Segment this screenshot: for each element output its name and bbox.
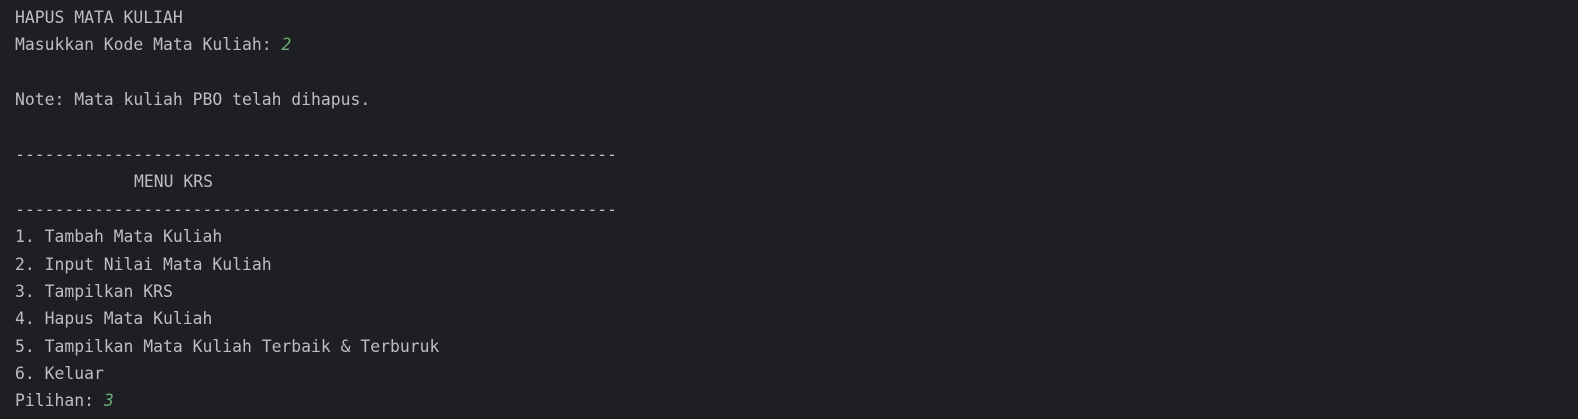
header-line: HAPUS MATA KULIAH: [15, 8, 183, 27]
separator-line: ----------------------------------------…: [15, 144, 617, 164]
menu-title: MENU KRS: [134, 172, 213, 192]
menu-item: 6. Keluar: [15, 364, 104, 384]
note-line: Note: Mata kuliah PBO telah dihapus.: [15, 90, 371, 110]
menu-item: 5. Tampilkan Mata Kuliah Terbaik & Terbu…: [15, 336, 440, 356]
pilihan-prompt-label: Pilihan:: [15, 391, 104, 411]
kode-prompt-label: Masukkan Kode Mata Kuliah:: [15, 35, 282, 55]
kode-user-input: 2: [281, 35, 292, 55]
run-console-output[interactable]: HAPUS MATA KULIAH Masukkan Kode Mata Kul…: [0, 0, 1578, 419]
menu-item: 4. Hapus Mata Kuliah: [15, 309, 213, 329]
menu-item: 3. Tampilkan KRS: [15, 281, 173, 301]
menu-item: 2. Input Nilai Mata Kuliah: [15, 254, 272, 274]
pilihan-user-input: 3: [103, 391, 114, 411]
kode-prompt-line: Masukkan Kode Mata Kuliah: 2: [15, 31, 1578, 58]
menu-item: 1. Tambah Mata Kuliah: [15, 227, 223, 247]
separator-line: ----------------------------------------…: [15, 199, 617, 219]
pilihan-prompt-line: Pilihan: 3: [15, 387, 1578, 414]
